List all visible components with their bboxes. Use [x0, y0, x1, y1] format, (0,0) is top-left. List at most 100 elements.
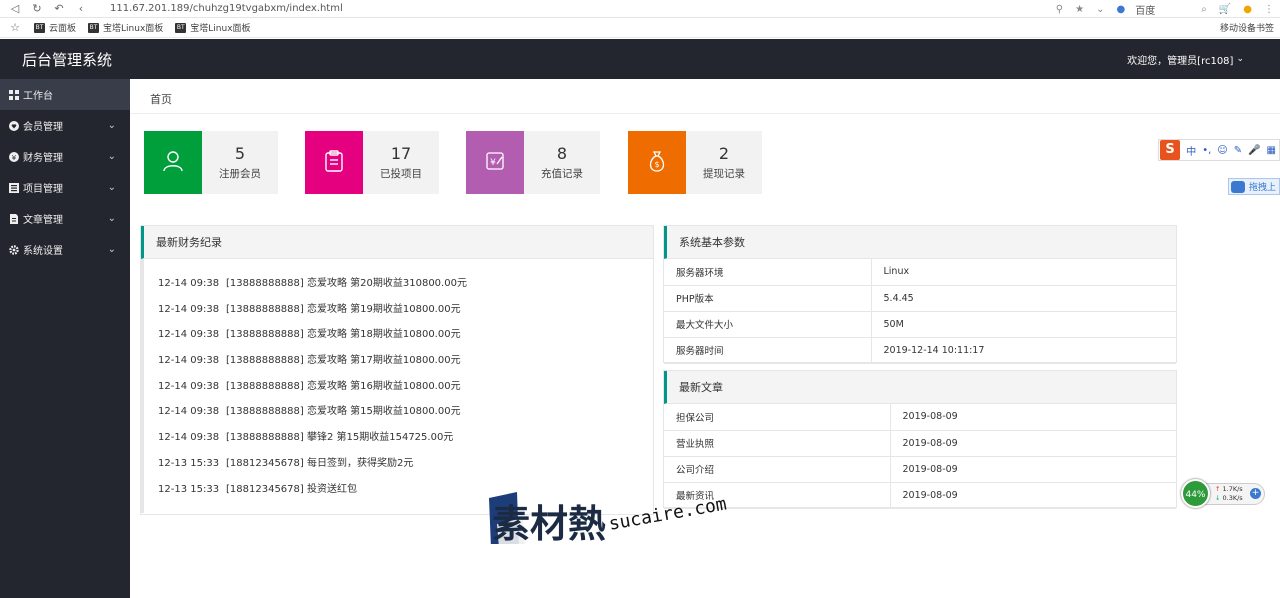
sidebar-item-finance[interactable]: ¥ 财务管理 ⌄ [0, 141, 130, 172]
extension-icon[interactable]: ● [1243, 4, 1252, 15]
record-text: [18812345678] 投资送红包 [226, 483, 357, 495]
param-key: 最大文件大小 [664, 311, 871, 338]
stat-card-projects[interactable]: 17 已投项目 [305, 131, 439, 194]
sidebar-item-articles[interactable]: 文章管理 ⌄ [0, 203, 130, 234]
stat-icon-box [144, 131, 202, 194]
ime-toolbar[interactable]: S 中 •, ☺ ✎ 🎤 ▦ [1158, 139, 1280, 161]
up-arrow-icon: ↑ [1215, 485, 1223, 493]
article-title[interactable]: 营业执照 [664, 430, 890, 457]
svg-text:$: $ [654, 160, 659, 169]
cloud-label: 拖拽上 [1249, 183, 1277, 193]
download-speed: ↓ 0.3K/s [1215, 494, 1243, 502]
back-icon[interactable]: ◁ [8, 2, 22, 16]
param-key: 服务器环境 [664, 259, 871, 286]
app-title: 后台管理系统 [22, 50, 113, 69]
chevron-down-icon: ⌄ [107, 213, 116, 224]
search-engine-label[interactable]: 百度 [1135, 2, 1155, 17]
pen-icon[interactable]: ✎ [1234, 145, 1242, 156]
bookmark-star-icon[interactable]: ☆ [8, 21, 22, 35]
user-menu-label: 欢迎您，管理员[rc108] [1127, 55, 1234, 67]
prev-icon[interactable]: ‹ [74, 2, 88, 16]
app-header: 后台管理系统 欢迎您，管理员[rc108] ⌄ [0, 39, 1280, 79]
stat-label: 提现记录 [703, 168, 745, 180]
search-engine-icon[interactable]: ● [1116, 4, 1125, 15]
recharge-icon: ¥ [485, 151, 505, 174]
table-row[interactable]: 公司介绍 2019-08-09 [664, 456, 1176, 483]
refresh-icon[interactable]: ↻ [30, 2, 44, 16]
user-icon [162, 150, 184, 175]
sidebar-item-label: 工作台 [23, 91, 53, 102]
article-date: 2019-08-09 [889, 430, 1176, 457]
browser-toolbar: ◁ ↻ ↶ ‹ 111.67.201.189/chuhzg19tvgabxm/i… [0, 0, 1280, 18]
cart-icon[interactable]: 🛒 [1219, 4, 1231, 15]
list-item: 12-13 15:33 [18812345678] 每日签到，获得奖励2元 [158, 451, 653, 477]
document-icon [8, 213, 19, 224]
bookmarks-bar: ☆ BT 云面板 BT 宝塔Linux面板 BT 宝塔Linux面板 移动设备书签 [0, 18, 1280, 38]
record-time: 12-13 15:33 [158, 483, 220, 495]
star-icon[interactable]: ★ [1075, 4, 1084, 15]
breadcrumb: 首页 [130, 79, 1280, 114]
sidebar-item-projects[interactable]: 项目管理 ⌄ [0, 172, 130, 203]
sidebar-item-settings[interactable]: 系统设置 ⌄ [0, 234, 130, 265]
stat-card-members[interactable]: 5 注册会员 [144, 131, 278, 194]
cloud-drag-widget[interactable]: 拖拽上 [1228, 178, 1280, 195]
record-time: 12-14 09:38 [158, 432, 220, 444]
record-time: 12-13 15:33 [158, 457, 220, 469]
panel-title: 系统基本参数 [664, 226, 1176, 259]
table-row[interactable]: 担保公司 2019-08-09 [664, 404, 1176, 431]
chevron-down-icon[interactable]: ⌄ [1096, 4, 1104, 15]
breadcrumb-home[interactable]: 首页 [150, 93, 172, 106]
sogou-icon: S [1160, 140, 1181, 160]
bookmark-item[interactable]: BT 宝塔Linux面板 [175, 21, 251, 34]
mobile-bookmarks[interactable]: 移动设备书签 [1220, 21, 1274, 34]
bookmark-item[interactable]: BT 宝塔Linux面板 [88, 21, 163, 34]
list-item: 12-14 09:38 [13888888888] 恋爱攻略 第17期收益1080… [158, 348, 653, 374]
mic-icon[interactable]: 🎤 [1248, 145, 1260, 156]
sidebar-item-members[interactable]: 会员管理 ⌄ [0, 110, 130, 141]
param-key: 服务器时间 [664, 337, 871, 364]
pin-icon[interactable]: ⚲ [1056, 4, 1063, 15]
param-value: 50M [870, 311, 1176, 338]
stat-card-recharge[interactable]: ¥ 8 充值记录 [466, 131, 600, 194]
record-text: [13888888888] 恋爱攻略 第19期收益10800.00元 [226, 303, 461, 315]
network-speed-widget[interactable]: 44% ↑ 1.7K/s ↓ 0.3K/s + [1181, 479, 1265, 508]
stat-value: 2 [718, 144, 730, 163]
cloud-icon [1231, 180, 1245, 193]
menu-icon[interactable]: ⋮ [1264, 4, 1274, 15]
articles-panel: 最新文章 担保公司 2019-08-09 营业执照 2019-08-09 公司介绍 2… [663, 370, 1177, 509]
article-date: 2019-08-09 [889, 404, 1176, 431]
stat-card-withdraw[interactable]: $ 2 提现记录 [628, 131, 762, 194]
stat-icon-box: $ [628, 131, 686, 194]
undo-icon[interactable]: ↶ [52, 2, 66, 16]
download-value: 0.3K/s [1222, 494, 1243, 502]
emoji-icon[interactable]: ☺ [1217, 145, 1227, 156]
sidebar-item-dashboard[interactable]: 工作台 [0, 79, 130, 110]
ime-mode[interactable]: 中 [1186, 143, 1196, 158]
chevron-down-icon: ⌄ [107, 151, 116, 162]
sidebar-item-label: 财务管理 [23, 153, 63, 164]
bookmark-item[interactable]: BT 云面板 [34, 21, 76, 34]
article-title[interactable]: 担保公司 [664, 404, 890, 431]
article-title[interactable]: 公司介绍 [664, 456, 890, 483]
system-panel: 系统基本参数 服务器环境 Linux PHP版本 5.4.45 最大文件大小 50M … [663, 225, 1177, 364]
address-bar[interactable]: 111.67.201.189/chuhzg19tvgabxm/index.htm… [110, 3, 343, 14]
plus-icon[interactable]: + [1250, 488, 1261, 499]
record-text: [13888888888] 恋爱攻略 第15期收益10800.00元 [226, 406, 461, 418]
search-icon[interactable]: ⌕ [1201, 4, 1207, 15]
user-menu[interactable]: 欢迎您，管理员[rc108] ⌄ [1127, 52, 1244, 67]
stat-value: 5 [234, 144, 246, 163]
stat-label: 注册会员 [219, 168, 261, 180]
record-text: [13888888888] 恋爱攻略 第17期收益10800.00元 [226, 355, 461, 367]
bt-icon: BT [175, 22, 187, 33]
sidebar-item-label: 会员管理 [23, 122, 63, 133]
down-arrow-icon: ↓ [1215, 494, 1223, 502]
punctuation-icon[interactable]: •, [1202, 145, 1211, 156]
grid-icon[interactable]: ▦ [1267, 145, 1276, 156]
clipboard-icon [324, 150, 344, 175]
param-key: PHP版本 [664, 285, 871, 312]
table-row[interactable]: 营业执照 2019-08-09 [664, 430, 1176, 457]
chevron-down-icon: ⌄ [107, 182, 116, 193]
param-value: 2019-12-14 10:11:17 [870, 337, 1176, 364]
heart-icon [8, 120, 19, 131]
table-row[interactable]: 最新资讯 2019-08-09 [664, 482, 1176, 509]
